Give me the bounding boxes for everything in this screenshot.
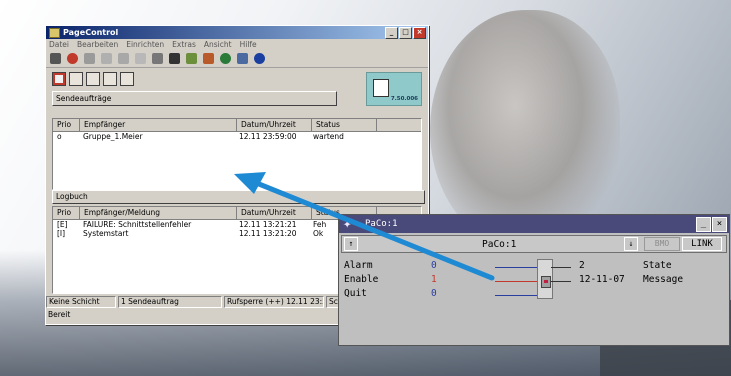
arrow-shaft [251,179,495,281]
connection-arrow [234,172,495,281]
